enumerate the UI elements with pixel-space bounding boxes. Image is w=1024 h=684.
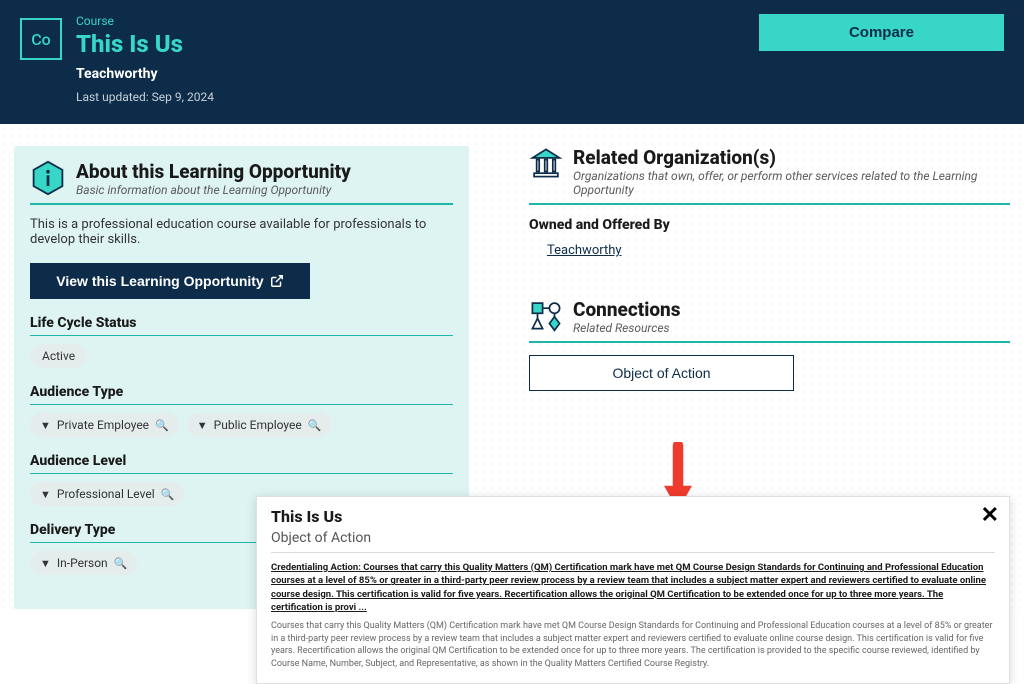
search-icon: 🔍 <box>161 488 175 501</box>
audience-level-chip[interactable]: ▼ Professional Level 🔍 <box>30 482 184 506</box>
course-icon <box>20 18 62 60</box>
about-description: This is a professional education course … <box>30 217 453 247</box>
connections-subtitle: Related Resources <box>573 321 681 335</box>
filter-icon: ▼ <box>40 419 51 432</box>
last-updated-label: Last updated: Sep 9, 2024 <box>76 90 759 104</box>
audience-type-chip[interactable]: ▼ Public Employee 🔍 <box>187 413 332 437</box>
view-opportunity-label: View this Learning Opportunity <box>56 273 263 289</box>
audience-type-chip[interactable]: ▼ Private Employee 🔍 <box>30 413 179 437</box>
close-icon[interactable]: ✕ <box>981 503 999 528</box>
object-of-action-popup: ✕ This Is Us Object of Action Credential… <box>256 496 1010 684</box>
audience-level-label: Audience Level <box>30 453 453 474</box>
related-orgs-subtitle: Organizations that own, offer, or perfor… <box>573 169 1010 197</box>
chip-text: In-Person <box>57 556 108 570</box>
life-cycle-chip: Active <box>30 344 87 368</box>
organization-link[interactable]: Teachworthy <box>547 243 622 258</box>
chip-text: Private Employee <box>57 418 149 432</box>
connections-title: Connections <box>573 298 681 321</box>
search-icon: 🔍 <box>155 419 169 432</box>
popup-title: This Is Us <box>271 507 995 526</box>
divider <box>529 341 1010 343</box>
filter-icon: ▼ <box>40 488 51 501</box>
page-title: This Is Us <box>76 30 759 58</box>
object-of-action-button[interactable]: Object of Action <box>529 355 794 391</box>
filter-icon: ▼ <box>40 557 51 570</box>
view-opportunity-button[interactable]: View this Learning Opportunity <box>30 263 310 299</box>
chip-text: Professional Level <box>57 487 155 501</box>
about-title: About this Learning Opportunity <box>76 160 351 183</box>
divider <box>529 203 1010 205</box>
search-icon: 🔍 <box>308 419 322 432</box>
header-organization: Teachworthy <box>76 66 759 82</box>
chip-text: Public Employee <box>214 418 302 432</box>
connections-section: Connections Related Resources Object of … <box>529 298 1010 391</box>
related-orgs-title: Related Organization(s) <box>573 146 1010 169</box>
popup-subtitle: Object of Action <box>271 530 995 553</box>
connections-icon <box>529 298 563 332</box>
about-subtitle: Basic information about the Learning Opp… <box>76 183 351 197</box>
institution-icon <box>529 146 563 180</box>
info-hex-icon <box>30 160 66 196</box>
related-orgs-section: Related Organization(s) Organizations th… <box>529 146 1010 258</box>
search-icon: 🔍 <box>114 557 128 570</box>
compare-button[interactable]: Compare <box>759 14 1004 51</box>
page-header: Course This Is Us Teachworthy Last updat… <box>0 0 1024 124</box>
entity-type-label: Course <box>76 14 759 28</box>
popup-credentialing-text[interactable]: Credentialing Action: Courses that carry… <box>271 561 995 614</box>
life-cycle-label: Life Cycle Status <box>30 315 453 336</box>
popup-detail-text: Courses that carry this Quality Matters … <box>271 620 995 670</box>
delivery-type-chip[interactable]: ▼ In-Person 🔍 <box>30 551 137 575</box>
owned-offered-label: Owned and Offered By <box>529 217 1010 233</box>
external-link-icon <box>270 274 284 288</box>
divider <box>30 203 453 205</box>
header-meta: Course This Is Us Teachworthy Last updat… <box>76 14 759 104</box>
audience-type-label: Audience Type <box>30 384 453 405</box>
filter-icon: ▼ <box>197 419 208 432</box>
